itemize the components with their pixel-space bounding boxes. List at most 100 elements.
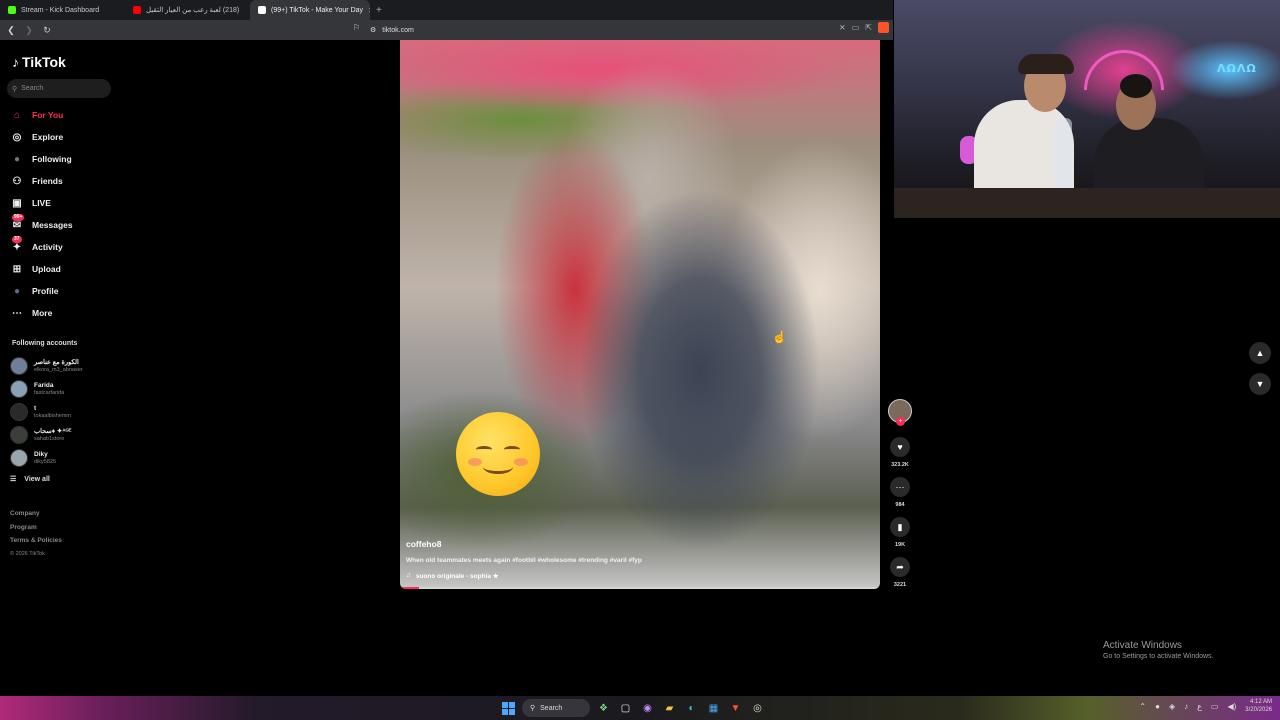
forward-button[interactable]: ❯: [22, 23, 36, 37]
edge-icon[interactable]: ◐: [683, 698, 700, 718]
account-handle: fastcarfarida: [34, 389, 65, 396]
nav-item-for-you[interactable]: ⌂ For You: [10, 104, 73, 126]
like-action[interactable]: ♥ 323.2K: [886, 437, 914, 468]
account-item[interactable]: t tokaalbishemm: [10, 400, 83, 423]
nav-item-profile[interactable]: ● Profile: [10, 280, 73, 302]
emoji-eye: [504, 446, 520, 453]
smiling-face-emoji-icon: [456, 412, 540, 496]
bookmark-save-icon[interactable]: ▮: [890, 517, 910, 537]
hand-cursor-icon: ☝: [772, 330, 787, 344]
save-action[interactable]: ▮ 19K: [886, 517, 914, 548]
video-music[interactable]: ♫ suono originale - sophia ★: [406, 572, 499, 580]
nav-item-following[interactable]: ● Following: [10, 148, 73, 170]
video-author[interactable]: coffeho8: [406, 539, 441, 549]
search-input[interactable]: ⚲ Search: [7, 79, 111, 98]
video-progress-fill: [400, 587, 420, 589]
url-field[interactable]: ⚙ tiktok.com: [370, 23, 414, 37]
start-windows-icon[interactable]: [500, 698, 517, 718]
account-item[interactable]: Diky diky5825: [10, 446, 83, 469]
messages-icon: ✉: [12, 219, 22, 231]
footer-link-program[interactable]: Program: [10, 521, 62, 535]
comment-icon[interactable]: ⋯: [890, 477, 910, 497]
nav-item-activity[interactable]: ✦ 37 Activity: [10, 236, 73, 258]
network-icon[interactable]: ▭: [1211, 702, 1219, 711]
video-progress-bar[interactable]: [400, 587, 880, 589]
search-icon: ⚲: [12, 85, 18, 93]
account-name: Farida: [34, 381, 54, 389]
heart-icon[interactable]: ♥: [890, 437, 910, 457]
clock-time: 4:12 AM: [1249, 699, 1272, 705]
follow-plus-icon[interactable]: +: [896, 417, 905, 426]
language-indicator[interactable]: ع: [1197, 702, 1202, 711]
share-action[interactable]: ➦ 3221: [886, 557, 914, 588]
nav-item-live[interactable]: ▣ LIVE: [10, 192, 73, 214]
nav-item-upload[interactable]: ⊞ Upload: [10, 258, 73, 280]
clock[interactable]: 4:12 AM 3/20/2026: [1245, 698, 1272, 714]
file-explorer-icon[interactable]: ▰: [661, 698, 678, 718]
tray-app-icon[interactable]: ◈: [1169, 702, 1175, 711]
nav-item-messages[interactable]: ✉ 99+ Messages: [10, 214, 73, 236]
comment-action[interactable]: ⋯ 984: [886, 477, 914, 508]
microphone-icon[interactable]: ♪: [1184, 702, 1188, 711]
webcam-overlay: ΛΩΛΩ: [894, 0, 1280, 218]
footer-link-terms[interactable]: Terms & Policies: [10, 534, 62, 548]
back-button[interactable]: ❮: [4, 23, 18, 37]
tiktok-sidebar: ♪ TikTok ⚲ Search ⌂ For You ◎ Explore ● …: [0, 40, 130, 600]
mute-icon[interactable]: ⨯: [839, 23, 846, 32]
brave-shields-icon[interactable]: [878, 22, 889, 33]
account-item[interactable]: Farida fastcarfarida: [10, 377, 83, 400]
widgets-icon[interactable]: ❖: [595, 698, 612, 718]
bookmark-icon[interactable]: ⚐: [353, 23, 360, 32]
nav-label: Activity: [32, 242, 63, 252]
obs-icon[interactable]: ◎: [749, 698, 766, 718]
new-tab-button[interactable]: +: [370, 5, 388, 16]
share-icon[interactable]: ⇱: [865, 23, 872, 32]
volume-icon[interactable]: ◀): [1227, 702, 1236, 711]
tab-title: ‏(218) لعبة رعب من العيار الثقيل: [146, 7, 240, 14]
messages-badge: 99+: [12, 214, 25, 221]
tab-youtube[interactable]: ‏(218) لعبة رعب من العيار الثقيل: [125, 0, 250, 20]
store-icon[interactable]: ▦: [705, 698, 722, 718]
nav-label: Friends: [32, 176, 63, 186]
account-handle: diky5825: [34, 458, 57, 465]
emoji-cheek: [514, 458, 528, 466]
creator-avatar[interactable]: +: [888, 399, 912, 426]
sidebar-footer: Company Program Terms & Policies © 2026 …: [10, 507, 62, 561]
brave-icon[interactable]: ▼: [727, 698, 744, 718]
share-arrow-icon[interactable]: ➦: [890, 557, 910, 577]
main-nav: ⌂ For You ◎ Explore ● Following ⚇ Friend…: [10, 104, 73, 324]
account-name: Diky: [34, 450, 48, 458]
tiktok-favicon-icon: [258, 6, 266, 14]
tiktok-logo[interactable]: ♪ TikTok: [12, 54, 66, 70]
cast-icon[interactable]: ▭: [852, 23, 860, 32]
account-item[interactable]: الكورة مع عناصر elkora_m3_abnaser: [10, 354, 83, 377]
nav-item-friends[interactable]: ⚇ Friends: [10, 170, 73, 192]
list-icon: ☰: [10, 476, 17, 483]
live-icon: ▣: [12, 197, 22, 209]
next-video-chevron-down-icon[interactable]: ▼: [1249, 373, 1271, 395]
tab-title: (99+) TikTok - Make Your Day: [271, 6, 364, 14]
nav-item-explore[interactable]: ◎ Explore: [10, 126, 73, 148]
tab-kick-dashboard[interactable]: Stream - Kick Dashboard: [0, 0, 125, 20]
footer-link-company[interactable]: Company: [10, 507, 62, 521]
tray-overflow-chevron-icon[interactable]: ⌃: [1139, 702, 1146, 711]
tab-tiktok[interactable]: (99+) TikTok - Make Your Day ✕: [250, 0, 370, 20]
like-count: 323.2K: [891, 462, 909, 468]
account-handle: elkora_m3_abnaser: [34, 366, 83, 373]
emoji-eye: [476, 446, 492, 453]
video-player[interactable]: ☝ coffeho8 When old teammates meets agai…: [400, 40, 880, 589]
view-all-button[interactable]: ☰ View all: [10, 469, 83, 489]
view-all-label: View all: [24, 475, 50, 483]
taskbar-search[interactable]: ⚲ Search: [522, 699, 590, 717]
copilot-icon[interactable]: ◉: [639, 698, 656, 718]
nav-item-more[interactable]: ⋯ More: [10, 302, 73, 324]
nav-label: For You: [32, 110, 64, 120]
address-bar-row: ❮ ❯ ↻ ⚐ ⚙ tiktok.com ⨯ ▭ ⇱: [0, 20, 893, 40]
nav-label: More: [32, 308, 53, 318]
tray-app-icon[interactable]: ●: [1155, 702, 1160, 711]
reload-button[interactable]: ↻: [40, 23, 54, 37]
previous-video-chevron-up-icon[interactable]: ▲: [1249, 342, 1271, 364]
account-item[interactable]: سحاب♦ ✦ᴬᴳᴱ sahab1store: [10, 423, 83, 446]
site-info-icon[interactable]: ⚙: [370, 26, 376, 34]
task-view-icon[interactable]: ▢: [617, 698, 634, 718]
